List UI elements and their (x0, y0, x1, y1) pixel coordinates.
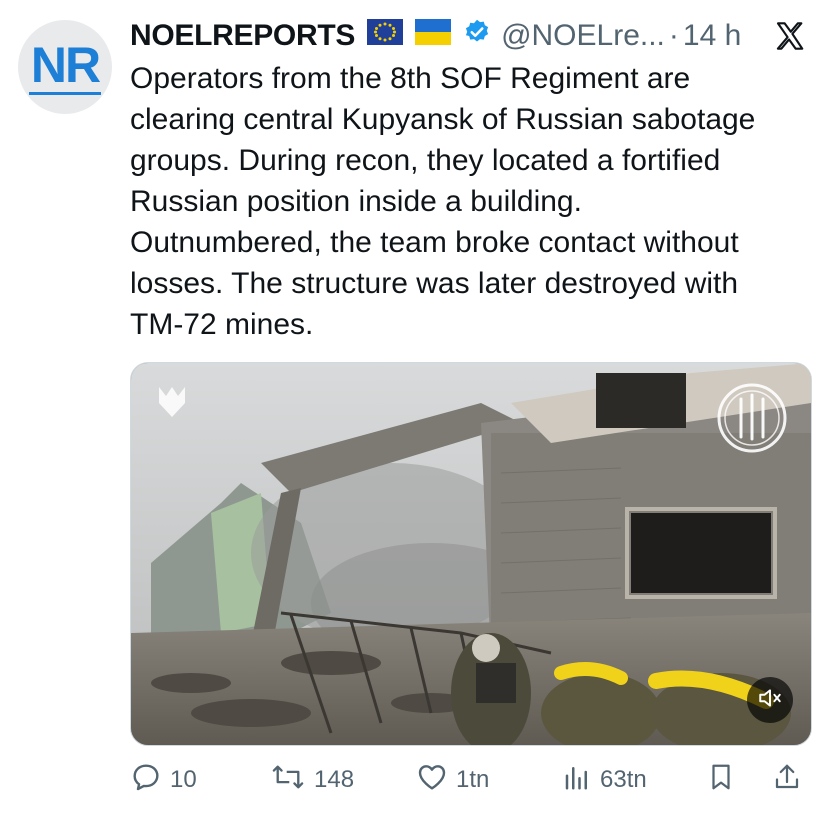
reply-button[interactable]: 10 (130, 758, 197, 802)
bookmark-button[interactable] (706, 758, 736, 802)
author-handle[interactable]: @NOELre... (501, 19, 665, 53)
views-button[interactable]: 63tn (562, 758, 647, 802)
bookmark-icon (706, 761, 736, 800)
share-button[interactable] (772, 758, 802, 802)
muted-speaker-icon (757, 685, 783, 716)
author-name[interactable]: NOELREPORTS (130, 19, 355, 53)
regiment-emblem-icon (715, 381, 789, 460)
repost-icon (270, 761, 306, 800)
reply-count: 10 (170, 766, 197, 793)
repost-count: 148 (314, 766, 355, 793)
reply-icon (130, 761, 162, 800)
post-actions: 10 148 1tn 63tn (130, 758, 810, 802)
mute-button[interactable] (747, 677, 793, 723)
avatar-initials: NR (28, 36, 101, 95)
ukraine-flag-icon (415, 19, 452, 53)
x-logo-icon (774, 20, 806, 52)
eu-flag-icon (367, 19, 404, 53)
sof-emblem-icon (157, 385, 187, 424)
like-icon (416, 761, 448, 800)
post-time-separator: · (668, 19, 679, 52)
video-frame (131, 363, 811, 745)
views-icon (562, 761, 592, 800)
share-icon (772, 761, 802, 800)
verified-badge-icon (463, 18, 491, 54)
post-time[interactable]: 14 h (683, 19, 741, 53)
avatar[interactable]: NR (18, 20, 112, 114)
views-count: 63tn (600, 766, 647, 793)
post-text: Operators from the 8th SOF Regiment are … (130, 62, 756, 341)
repost-button[interactable]: 148 (270, 758, 354, 802)
like-count: 1tn (456, 766, 490, 793)
like-button[interactable]: 1tn (416, 758, 489, 802)
post-video[interactable] (130, 362, 812, 746)
post-header: NOELREPORTS @NOELre... · 14 h (130, 14, 814, 58)
